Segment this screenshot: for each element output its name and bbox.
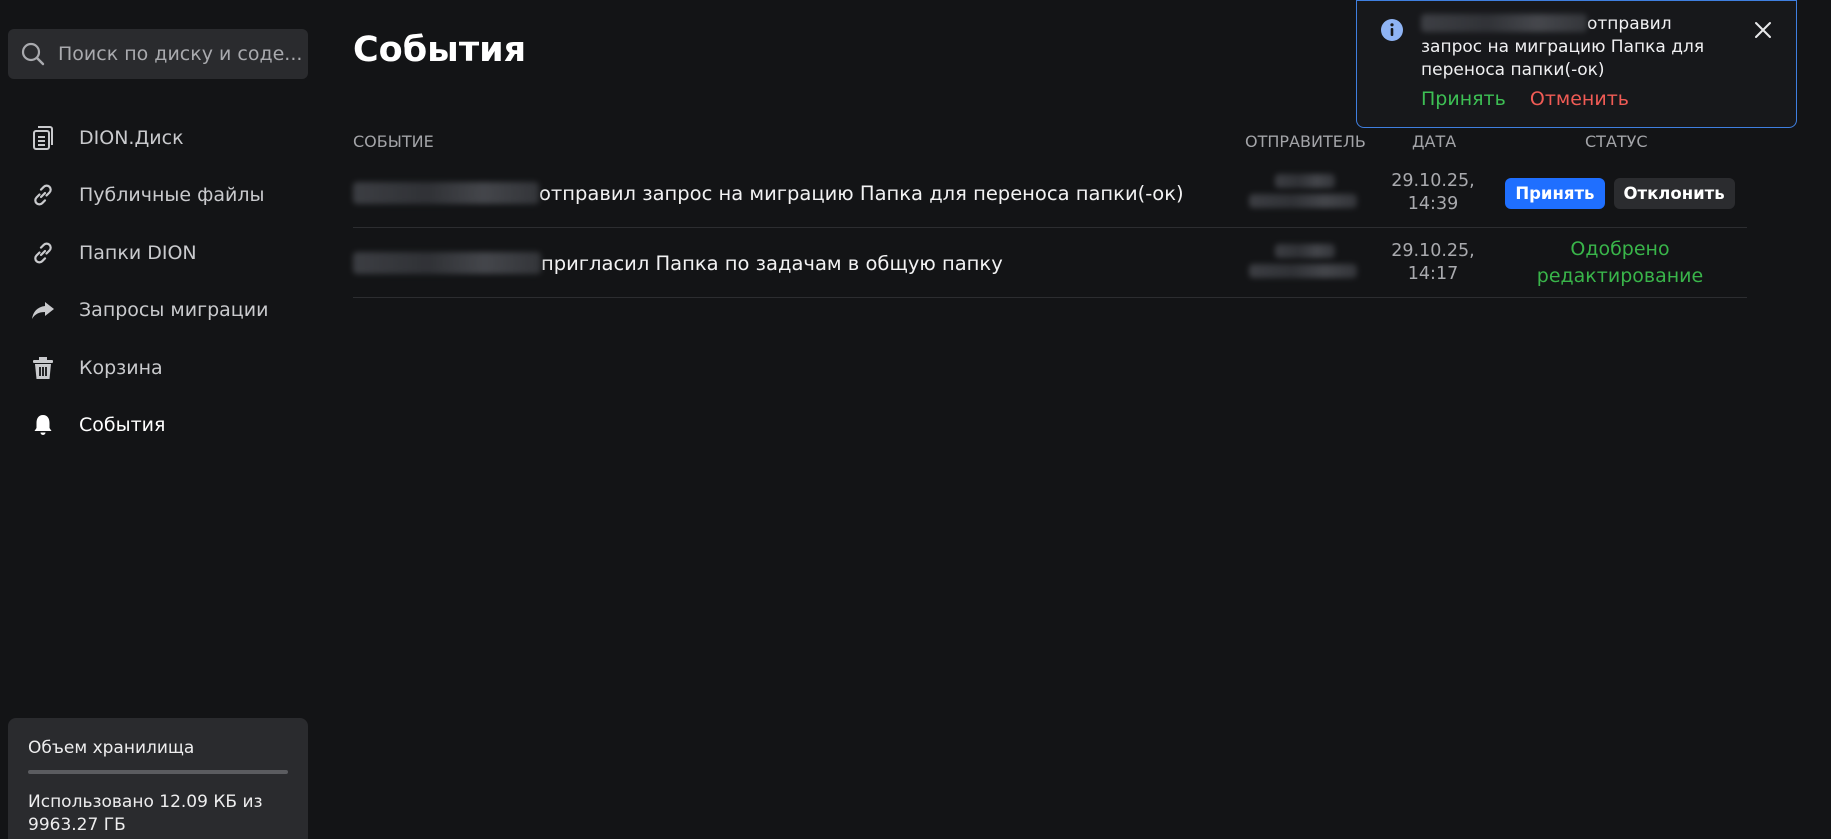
sidebar-item-trash[interactable]: Корзина bbox=[0, 339, 320, 397]
blurred-sender bbox=[1249, 168, 1361, 218]
notification-accept-link[interactable]: Принять bbox=[1421, 88, 1506, 110]
notification-actions: Принять Отменить bbox=[1421, 88, 1629, 110]
search-icon bbox=[21, 42, 45, 66]
message-line: переноса папки(-ок) bbox=[1421, 60, 1605, 80]
storage-used-line1: Использовано 12.09 КБ из bbox=[28, 792, 263, 812]
share-arrow-icon bbox=[29, 296, 57, 324]
blurred-sender bbox=[1249, 238, 1361, 288]
time-line: 14:39 bbox=[1407, 194, 1459, 214]
link-icon bbox=[29, 181, 57, 209]
blurred-user-name bbox=[1421, 14, 1587, 32]
storage-used-text: Использовано 12.09 КБ из 9963.27 ГБ bbox=[28, 791, 288, 837]
sidebar-item-dion-disk[interactable]: DION.Диск bbox=[0, 109, 320, 167]
decline-button[interactable]: Отклонить bbox=[1613, 177, 1735, 209]
date-cell: 29.10.25, 14:17 bbox=[1383, 228, 1483, 298]
sidebar-item-label: Корзина bbox=[79, 356, 163, 379]
link-icon bbox=[29, 239, 57, 267]
date-line: 29.10.25, bbox=[1391, 171, 1475, 191]
storage-title: Объем хранилища bbox=[28, 738, 195, 758]
table-header: СОБЫТИЕ ОТПРАВИТЕЛЬ ДАТА СТАТУС bbox=[353, 124, 1747, 158]
status-cell: Принять Отклонить bbox=[1493, 158, 1747, 228]
close-icon[interactable] bbox=[1754, 21, 1772, 39]
search-input[interactable] bbox=[56, 42, 306, 66]
blurred-user-name bbox=[353, 182, 539, 204]
column-header-event: СОБЫТИЕ bbox=[353, 132, 434, 151]
sidebar-item-label: События bbox=[79, 414, 166, 437]
event-text: отправил запрос на миграцию Папка для пе… bbox=[539, 181, 1184, 205]
sidebar-nav: DION.Диск Публичные файлы Папки DION Зап… bbox=[0, 109, 320, 454]
column-header-sender: ОТПРАВИТЕЛЬ bbox=[1245, 132, 1366, 151]
event-cell: пригласил Папка по задачам в общую папку bbox=[353, 228, 1003, 298]
events-table: СОБЫТИЕ ОТПРАВИТЕЛЬ ДАТА СТАТУС отправил… bbox=[353, 124, 1747, 298]
table-row: отправил запрос на миграцию Папка для пе… bbox=[353, 158, 1747, 228]
disk-icon bbox=[29, 124, 57, 152]
table-row: пригласил Папка по задачам в общую папку… bbox=[353, 228, 1747, 298]
sidebar-item-public-files[interactable]: Публичные файлы bbox=[0, 167, 320, 225]
time-line: 14:17 bbox=[1407, 264, 1459, 284]
info-icon bbox=[1381, 19, 1403, 41]
status-approved-text: Одобрено редактирование bbox=[1537, 236, 1703, 290]
sidebar: DION.Диск Публичные файлы Папки DION bbox=[0, 0, 320, 839]
status-cell: Одобрено редактирование bbox=[1493, 228, 1747, 298]
notification-cancel-link[interactable]: Отменить bbox=[1530, 88, 1629, 110]
sidebar-item-migration-requests[interactable]: Запросы миграции bbox=[0, 282, 320, 340]
storage-panel: Объем хранилища Использовано 12.09 КБ из… bbox=[8, 718, 308, 839]
date-line: 29.10.25, bbox=[1391, 241, 1475, 261]
search-box[interactable] bbox=[8, 29, 308, 79]
event-text: пригласил Папка по задачам в общую папку bbox=[541, 251, 1003, 275]
event-cell: отправил запрос на миграцию Папка для пе… bbox=[353, 158, 1184, 228]
accept-button[interactable]: Принять bbox=[1505, 177, 1605, 209]
blurred-user-name bbox=[353, 252, 541, 274]
notification-message: отправил запрос на миграцию Папка для пе… bbox=[1421, 13, 1721, 82]
bell-icon bbox=[29, 411, 57, 439]
sidebar-item-events[interactable]: События bbox=[0, 397, 320, 455]
sidebar-item-dion-folders[interactable]: Папки DION bbox=[0, 224, 320, 282]
date-cell: 29.10.25, 14:39 bbox=[1383, 158, 1483, 228]
column-header-status: СТАТУС bbox=[1585, 132, 1648, 151]
sidebar-item-label: Папки DION bbox=[79, 241, 197, 264]
message-line: отправил bbox=[1587, 14, 1672, 34]
sidebar-item-label: DION.Диск bbox=[79, 126, 184, 149]
notification-toast: отправил запрос на миграцию Папка для пе… bbox=[1356, 0, 1797, 128]
column-header-date: ДАТА bbox=[1412, 132, 1457, 151]
storage-used-line2: 9963.27 ГБ bbox=[28, 815, 126, 835]
sidebar-item-label: Запросы миграции bbox=[79, 299, 269, 322]
status-line: редактирование bbox=[1536, 265, 1704, 287]
storage-progress-bar bbox=[28, 770, 288, 774]
trash-icon bbox=[29, 354, 57, 382]
sidebar-item-label: Публичные файлы bbox=[79, 184, 265, 207]
message-line: запрос на миграцию Папка для bbox=[1421, 37, 1705, 57]
status-line: Одобрено bbox=[1570, 238, 1670, 260]
page-title: События bbox=[353, 30, 527, 70]
